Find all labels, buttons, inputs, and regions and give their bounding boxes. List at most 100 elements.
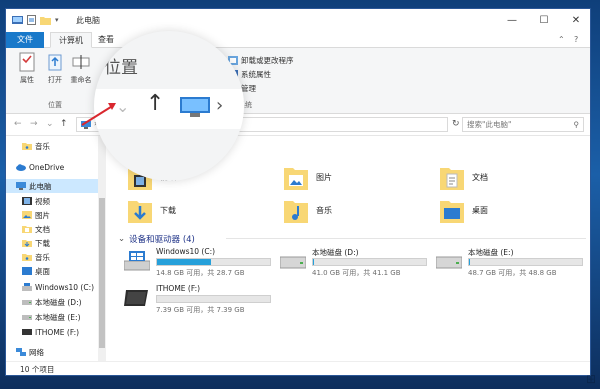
ribbon-tabs: 文件 计算机 查看 ⌃ ? [6, 32, 590, 48]
help-icon[interactable]: ? [574, 35, 578, 44]
drive-f[interactable]: ITHOME (F:) 7.39 GB 可用，共 7.39 GB [124, 284, 274, 318]
drive-info: 14.8 GB 可用，共 28.7 GB [156, 269, 245, 277]
red-pointer-arrow-icon [81, 103, 116, 126]
drive-usage-bar [468, 258, 583, 266]
folder-label: 音乐 [316, 206, 332, 215]
back-icon[interactable]: ← [14, 119, 22, 129]
drive-icon [436, 256, 462, 269]
usb-drive-icon [22, 329, 32, 335]
drive-usage-fill [469, 259, 471, 265]
nav-item-pictures[interactable]: 图片 [6, 208, 98, 222]
drive-d[interactable]: 本地磁盘 (D:) 41.0 GB 可用，共 41.1 GB [280, 247, 430, 281]
rename-button[interactable]: 重命名 [68, 52, 94, 85]
devices-section-header[interactable]: ⌄ 设备和驱动器 (4) [118, 233, 195, 245]
item-count: 10 个项目 [20, 365, 55, 374]
nav-item-desktop[interactable]: 桌面 [6, 264, 98, 278]
recent-locations-icon[interactable]: ⌄ [46, 119, 54, 129]
folder-label: 桌面 [472, 206, 488, 215]
watermark: ⊞ [585, 372, 596, 386]
nav-item-downloads[interactable]: 下载 [6, 236, 98, 250]
drive-icon [22, 315, 32, 320]
magnified-up-icon: ↑ [146, 91, 165, 116]
ribbon-collapse-icon[interactable]: ⌃ [558, 35, 565, 44]
location-group-label: 位置 [48, 101, 62, 109]
download-icon [22, 240, 32, 247]
drive-info: 7.39 GB 可用，共 7.39 GB [156, 306, 245, 314]
nav-label: 音乐 [35, 141, 50, 151]
magnified-chevron-icon: › [216, 95, 224, 116]
refresh-icon[interactable]: ↻ [452, 119, 460, 129]
close-button[interactable]: ✕ [560, 9, 590, 32]
tab-computer[interactable]: 计算机 [50, 32, 92, 48]
magnifier-label: 位置 [104, 58, 138, 78]
nav-label: 此电脑 [29, 181, 52, 191]
drive-usage-fill [157, 259, 212, 265]
search-input[interactable]: 搜索"此电脑" ⚲ [462, 117, 584, 132]
nav-item-onedrive[interactable]: OneDrive [6, 160, 98, 174]
music-icon [22, 143, 32, 150]
drive-usage-fill [313, 259, 315, 265]
folder-label: 文档 [472, 173, 488, 182]
title-bar: ▾ 此电脑 — ☐ ✕ [6, 9, 590, 32]
rename-label: 重命名 [70, 76, 92, 84]
folder-label: 下载 [160, 206, 176, 215]
search-placeholder: 搜索"此电脑" [467, 120, 512, 129]
nav-item-music[interactable]: 音乐 [6, 139, 98, 153]
nav-item-drive-f[interactable]: ITHOME (F:) [6, 325, 98, 339]
up-icon[interactable]: ↑ [60, 119, 68, 129]
nav-label: 文档 [35, 224, 50, 234]
nav-item-network[interactable]: 网络 [6, 345, 98, 359]
nav-label: Windows10 (C:) [35, 282, 95, 292]
music-folder-icon [284, 201, 308, 223]
tab-view[interactable]: 查看 [90, 32, 122, 48]
new-folder-qa-icon[interactable] [40, 16, 51, 25]
minimize-icon: — [507, 15, 517, 26]
nav-scrollbar[interactable] [98, 136, 106, 361]
music-icon [22, 254, 32, 261]
folder-music[interactable]: 音乐 [284, 194, 424, 234]
properties-icon [19, 52, 35, 72]
desktop-folder-icon [440, 201, 464, 223]
nav-item-music-2[interactable]: 音乐 [6, 250, 98, 264]
folder-desktop[interactable]: 桌面 [440, 194, 580, 234]
cloud-icon [16, 164, 26, 171]
uninstall-button[interactable]: 卸载或更改程序 [228, 54, 294, 66]
properties-qa-icon[interactable] [27, 15, 36, 25]
nav-label: 图片 [35, 210, 50, 220]
windows-drive-icon [124, 251, 150, 271]
picture-icon [22, 211, 32, 219]
drive-icon [280, 256, 306, 269]
status-bar: 10 个项目 [6, 361, 590, 375]
drive-c[interactable]: Windows10 (C:) 14.8 GB 可用，共 28.7 GB [124, 247, 274, 281]
nav-item-drive-d[interactable]: 本地磁盘 (D:) [6, 295, 98, 309]
windows-drive-icon [22, 283, 32, 291]
properties-button[interactable]: 属性 [14, 52, 40, 85]
drive-label: 本地磁盘 (E:) [468, 248, 514, 257]
drive-e[interactable]: 本地磁盘 (E:) 48.7 GB 可用，共 48.8 GB [436, 247, 586, 281]
forward-icon[interactable]: → [30, 119, 38, 129]
nav-item-videos[interactable]: 视频 [6, 194, 98, 208]
maximize-button[interactable]: ☐ [528, 9, 560, 32]
nav-label: 本地磁盘 (E:) [35, 312, 81, 322]
properties-label: 属性 [20, 76, 34, 84]
open-button[interactable]: 打开 [42, 52, 68, 85]
nav-label: 视频 [35, 196, 50, 206]
drive-usage-bar [156, 295, 271, 303]
nav-item-documents[interactable]: 文档 [6, 222, 98, 236]
folder-downloads[interactable]: 下载 [128, 194, 268, 234]
drive-usage-bar [156, 258, 271, 266]
minimize-button[interactable]: — [496, 9, 528, 32]
system-properties-label: 系统属性 [241, 69, 271, 79]
nav-label: 音乐 [35, 252, 50, 262]
drive-usage-bar [312, 258, 427, 266]
nav-label: 网络 [29, 347, 44, 357]
nav-item-drive-c[interactable]: Windows10 (C:) [6, 280, 98, 294]
nav-item-drive-e[interactable]: 本地磁盘 (E:) [6, 310, 98, 324]
nav-item-this-pc[interactable]: 此电脑 [6, 179, 98, 193]
drive-label: 本地磁盘 (D:) [312, 248, 359, 257]
devices-section-chevron-icon: ⌄ [118, 234, 126, 244]
tab-file[interactable]: 文件 [6, 32, 44, 48]
qa-dropdown-icon[interactable]: ▾ [55, 16, 59, 24]
nav-scrollbar-thumb[interactable] [99, 198, 105, 348]
devices-section-title: 设备和驱动器 (4) [129, 235, 195, 245]
